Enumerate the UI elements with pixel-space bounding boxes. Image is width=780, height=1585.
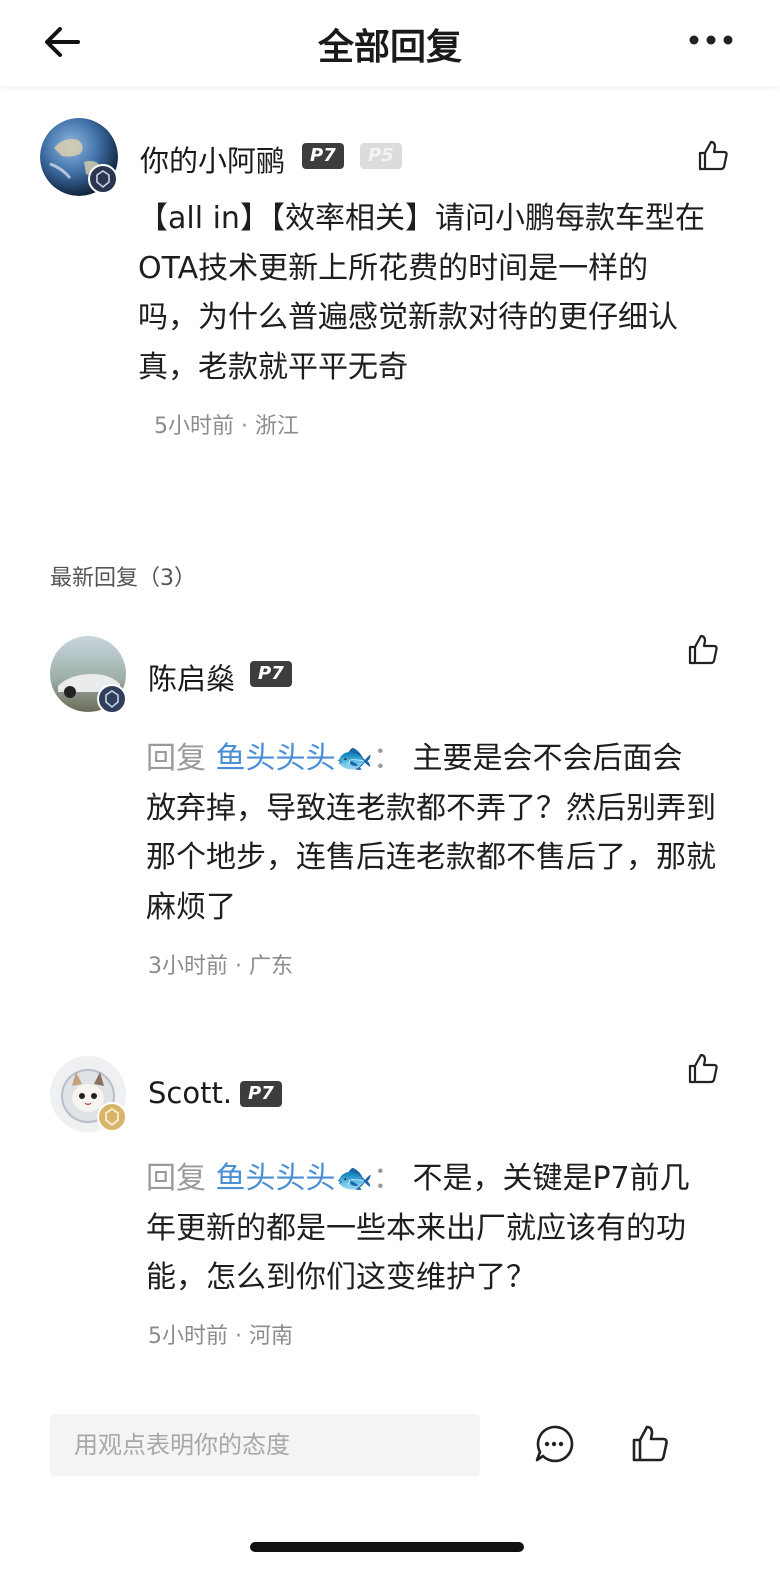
username[interactable]: 陈启燊: [148, 656, 235, 698]
avatar-badge-icon: [97, 684, 127, 714]
level-badge: P7: [250, 661, 292, 687]
more-horizontal-icon[interactable]: [686, 24, 736, 56]
post-meta: 5小时前 · 浙江: [154, 414, 299, 439]
home-indicator: [250, 1542, 524, 1552]
reply-to-username-link[interactable]: 鱼头头头🐟: [216, 1161, 373, 1196]
post-content: 【all in】【效率相关】请问小鹏每款车型在 OTA技术更新上所花费的时间是一…: [138, 194, 738, 392]
level-badge: P5: [360, 143, 402, 169]
level-badge: P7: [302, 143, 344, 169]
thumbs-up-icon[interactable]: [630, 1424, 670, 1464]
post-content-line: 吗，为什么普遍感觉新款对待的更仔细认: [138, 300, 678, 335]
level-badge: P7: [240, 1081, 282, 1107]
page-title: 全部回复: [317, 27, 462, 68]
replies-section-title: 最新回复（3）: [50, 566, 196, 591]
reply-content-line: 那个地步，连售后连老款都不售后了，那就: [146, 840, 716, 875]
top-nav-bar: 全部回复: [0, 0, 780, 86]
reply-content-line: 年更新的都是一些本来出厂就应该有的功: [146, 1210, 686, 1246]
reply-content-line: 能，怎么到你们这变维护了？: [146, 1260, 536, 1295]
reply-meta: 3小时前 · 广东: [148, 954, 293, 979]
reply-prefix: 回复: [146, 741, 206, 776]
avatar-badge-icon: [97, 1102, 127, 1132]
reply-meta: 5小时前 · 河南: [148, 1324, 293, 1349]
thumbs-up-icon[interactable]: [686, 633, 720, 667]
username[interactable]: 你的小阿鹂: [140, 138, 285, 180]
reply-to-username-link[interactable]: 鱼头头头🐟: [216, 741, 373, 776]
reply-content: 回复 鱼头头头🐟： 主要是会不会后面会 放弃掉，导致连老款都不弄了？然后别弄到 …: [146, 734, 746, 932]
post-content-line: 【all in】【效率相关】请问小鹏每款车型在: [138, 201, 705, 236]
thumbs-up-icon[interactable]: [686, 1052, 720, 1086]
thumbs-up-icon[interactable]: [696, 139, 730, 173]
avatar-badge-icon: [88, 164, 118, 194]
post-content-line: 真，老款就平平无奇: [138, 349, 408, 385]
reply-content: 回复 鱼头头头🐟： 不是，关键是P7前几 年更新的都是一些本来出厂就应该有的功 …: [146, 1154, 746, 1303]
reply-content-line: 放弃掉，导致连老款都不弄了？然后别弄到: [146, 790, 716, 826]
post-content-line: OTA技术更新上所花费的时间是一样的: [138, 250, 649, 286]
comment-bubble-icon[interactable]: [534, 1424, 574, 1464]
reply-content-line: 主要是会不会后面会: [412, 741, 683, 776]
reply-prefix: 回复: [146, 1161, 206, 1196]
username[interactable]: Scott.: [148, 1076, 232, 1110]
reply-separator: ：: [372, 1161, 403, 1196]
reply-input[interactable]: 用观点表明你的态度: [50, 1414, 480, 1476]
reply-content-line: 不是，关键是P7前几: [412, 1161, 690, 1196]
reply-content-line: 麻烦了: [146, 889, 236, 925]
reply-separator: ：: [372, 741, 403, 776]
